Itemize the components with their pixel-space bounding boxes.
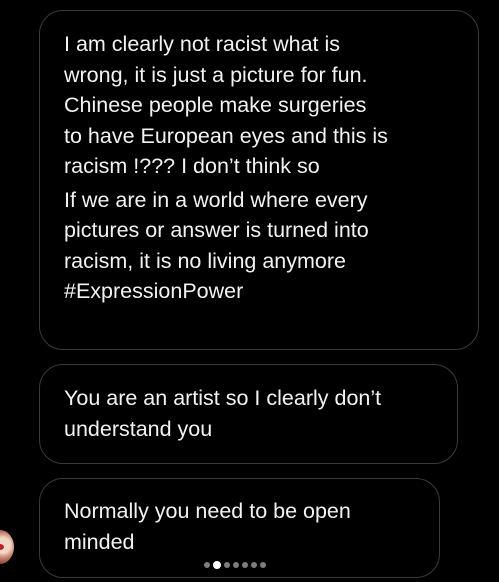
pagination-dot[interactable] — [251, 562, 257, 568]
message-paragraph: If we are in a world where every picture… — [64, 185, 460, 307]
message-line: wrong, it is just a picture for fun. — [64, 62, 368, 87]
message-line: Normally you need to be open — [64, 499, 351, 523]
message-paragraph: I am clearly not racist what is wrong, i… — [64, 29, 460, 182]
message-line: understand you — [64, 416, 213, 441]
message-line: Chinese people make surgeries — [64, 93, 367, 117]
message-line: racism, it is no living anymore — [64, 248, 346, 273]
carousel-pagination — [204, 561, 266, 569]
message-bubble: You are an artist so I clearly don’t und… — [39, 364, 458, 464]
message-line: You are an artist so I clearly don’t — [64, 386, 382, 410]
pagination-dot[interactable] — [260, 562, 266, 568]
message-line: to have European eyes and this is — [64, 123, 388, 148]
message-line: I am clearly not racist what is — [64, 32, 341, 56]
message-hashtag[interactable]: #ExpressionPower — [64, 276, 460, 307]
pagination-dot[interactable] — [242, 562, 248, 568]
pagination-dot[interactable] — [224, 562, 230, 568]
message-line: If we are in a world where every — [64, 187, 368, 212]
pagination-dot-active[interactable] — [213, 561, 221, 569]
sender-avatar[interactable] — [0, 530, 14, 564]
message-line: pictures or answer is turned into — [64, 218, 369, 242]
message-bubble: I am clearly not racist what is wrong, i… — [39, 10, 479, 350]
message-line: minded — [64, 529, 135, 554]
pagination-dot[interactable] — [204, 562, 210, 568]
message-line: racism !??? I don’t think so — [64, 154, 320, 178]
pagination-dot[interactable] — [233, 562, 239, 568]
